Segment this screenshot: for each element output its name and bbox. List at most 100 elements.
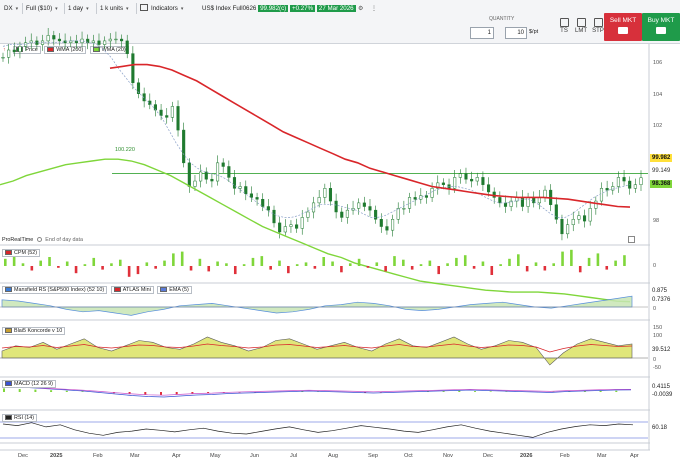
candle-body — [633, 184, 637, 189]
y-tick: 0 — [653, 357, 657, 363]
series-swatch — [5, 327, 12, 333]
candle-body — [289, 224, 293, 227]
cpm-bar — [110, 263, 113, 266]
candle-body — [374, 209, 378, 220]
cpm-bar — [74, 266, 78, 274]
candle-body — [492, 191, 496, 198]
x-tick-label: Mar — [130, 453, 140, 459]
source-name: ProRealTime — [2, 237, 34, 243]
cpm-bar — [455, 257, 458, 266]
candle-body — [125, 40, 129, 54]
koncorde-legend[interactable]: Blai5 Koncorde v 10 — [2, 327, 67, 335]
wma20-line — [0, 158, 631, 303]
candle-body — [537, 197, 541, 204]
candle-body — [244, 186, 248, 195]
cpm-bar — [508, 258, 511, 266]
candle-body — [402, 208, 406, 210]
cpm-bar — [216, 261, 219, 266]
mansfield-ema-tag: 0.7376 — [650, 296, 673, 304]
series-swatch — [5, 380, 12, 386]
candle-body — [430, 188, 434, 198]
x-tick-label: Oct — [404, 453, 413, 459]
cpm-bar — [348, 263, 352, 266]
cpm-bar — [402, 259, 405, 266]
x-tick-label: Mar — [597, 453, 607, 459]
candle-body — [215, 162, 220, 182]
x-tick-label: 2025 — [50, 453, 63, 459]
candle-body — [221, 162, 225, 167]
cpm-bar — [30, 266, 34, 271]
level-label: 100.220 — [115, 147, 135, 153]
macd-histogram-bar — [175, 392, 178, 395]
y-tick: 150 — [653, 325, 663, 331]
cpm-bar — [4, 258, 7, 266]
candle-body — [605, 188, 609, 191]
cpm-bar — [552, 263, 555, 266]
cpm-bar — [278, 260, 281, 266]
candle-body — [475, 177, 479, 182]
koncorde-area — [1, 336, 633, 366]
macd-histogram-bar — [458, 390, 461, 392]
macd-histogram-bar — [65, 390, 68, 392]
candle-body — [481, 177, 485, 185]
candle-body — [278, 222, 282, 233]
candle-body — [368, 206, 372, 211]
candle-body — [639, 177, 643, 185]
candle-body — [46, 35, 50, 42]
candle-body — [232, 177, 237, 189]
candle-body — [577, 215, 581, 220]
candle-body — [97, 40, 101, 45]
candle-body — [470, 178, 474, 182]
cpm-bar — [225, 263, 228, 266]
candle-body — [1, 57, 5, 59]
cpm-bar — [180, 251, 184, 266]
cpm-bar — [499, 264, 502, 266]
cpm-bar — [242, 264, 246, 266]
macd-histogram-bar — [599, 390, 602, 392]
cpm-bar — [313, 266, 317, 269]
macd-legend[interactable]: MACD (12 26 9) — [2, 380, 58, 388]
candle-body — [295, 224, 299, 229]
chart-canvas[interactable] — [0, 0, 680, 462]
candle-body — [560, 219, 564, 235]
cpm-bar — [534, 262, 538, 266]
candle-body — [103, 40, 107, 45]
y-tick: 0 — [653, 263, 657, 269]
cpm-bar — [21, 263, 25, 266]
candle-body — [131, 53, 135, 84]
cpm-bar — [463, 255, 467, 266]
cpm-bar — [596, 253, 600, 266]
macd-histogram-bar — [489, 391, 492, 392]
cpm-bar — [490, 266, 494, 275]
cpm-bar — [295, 264, 299, 266]
candle-body — [120, 38, 124, 42]
series-swatch — [5, 414, 12, 420]
cpm-bar — [172, 253, 175, 266]
cpm-bar — [12, 257, 16, 266]
cpm-bar — [517, 254, 520, 266]
cpm-bar — [136, 266, 140, 275]
expand-icon[interactable] — [628, 236, 635, 243]
koncorde-tag: 39.512 — [650, 346, 673, 354]
rsi-legend[interactable]: RSI (14) — [2, 414, 39, 422]
legend-mansfield[interactable]: Mansfield RS (S&P500 Index) (52 10) — [2, 286, 108, 294]
y-tick: 106 — [653, 60, 663, 66]
cpm-bar — [587, 257, 591, 266]
cpm-bar — [189, 266, 193, 271]
macd-signal-line — [2, 385, 631, 396]
candle-body — [458, 173, 462, 178]
candle-body — [182, 129, 186, 164]
cpm-legend[interactable]: CPM (52) — [2, 249, 42, 257]
macd-histogram-bar — [81, 391, 84, 392]
cpm-bar — [428, 260, 432, 266]
x-tick-label: Jul — [290, 453, 298, 459]
candle-body — [159, 109, 163, 116]
legend-ema[interactable]: EMA (5) — [157, 286, 192, 294]
legend-atlas[interactable]: ATLAS Mini — [110, 286, 154, 294]
candle-body — [91, 40, 95, 43]
cpm-bar — [561, 251, 564, 266]
candle-body — [419, 195, 423, 200]
candle-body — [328, 188, 333, 202]
mansfield-label: Mansfield RS (S&P500 Index) (52 10) — [14, 287, 105, 293]
candle-body — [543, 189, 547, 198]
